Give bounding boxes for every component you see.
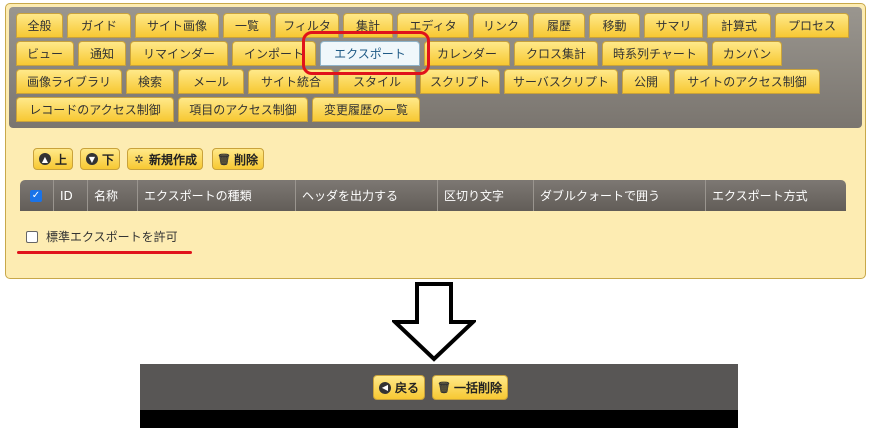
new-label: 新規作成 — [149, 152, 198, 167]
allow-standard-export-option[interactable]: 標準エクスポートを許可 — [26, 228, 178, 245]
delete-button[interactable]: 🗑 削除 — [212, 148, 265, 170]
back-button[interactable]: ◀ 戻る — [373, 375, 426, 400]
move-up-button[interactable]: ▲ 上 — [33, 148, 74, 170]
tab-move[interactable]: 移動 — [589, 13, 640, 38]
allow-standard-export-label: 標準エクスポートを許可 — [46, 230, 178, 244]
column-export-method[interactable]: エクスポート方式 — [705, 180, 846, 211]
tab-publish[interactable]: 公開 — [622, 69, 670, 94]
tab-kanban[interactable]: カンバン — [712, 41, 782, 66]
footer-dark-strip — [140, 410, 738, 428]
tab-guide[interactable]: ガイド — [67, 13, 131, 38]
trash-icon: 🗑 — [217, 152, 231, 166]
tab-history[interactable]: 履歴 — [533, 13, 585, 38]
move-up-label: 上 — [55, 152, 68, 167]
export-tab-highlight — [302, 31, 430, 75]
tab-column-access-control[interactable]: 項目のアクセス制御 — [178, 97, 308, 122]
trash-icon: 🗑 — [437, 381, 451, 394]
chevron-down-icon: ▼ — [86, 153, 98, 165]
column-export-type[interactable]: エクスポートの種類 — [137, 180, 295, 211]
tab-script[interactable]: スクリプト — [420, 69, 500, 94]
tab-site-image[interactable]: サイト画像 — [135, 13, 219, 38]
back-label: 戻る — [395, 381, 420, 395]
delete-label: 削除 — [234, 152, 259, 167]
tab-record-access-control[interactable]: レコードのアクセス制御 — [16, 97, 174, 122]
move-down-label: 下 — [102, 152, 115, 167]
tab-formula[interactable]: 計算式 — [707, 13, 771, 38]
column-double-quote[interactable]: ダブルクォートで囲う — [533, 180, 705, 211]
tab-site-access-control[interactable]: サイトのアクセス制御 — [674, 69, 820, 94]
tab-view[interactable]: ビュー — [16, 41, 74, 66]
standard-export-underline — [17, 251, 192, 254]
settings-tab-bar: 全般 ガイド サイト画像 一覧 フィルタ 集計 エディタ リンク 履歴 移動 サ… — [9, 7, 862, 128]
arrow-left-icon: ◀ — [379, 381, 391, 394]
tab-notification[interactable]: 通知 — [78, 41, 126, 66]
tab-image-library[interactable]: 画像ライブラリ — [16, 69, 122, 94]
tab-mail[interactable]: メール — [178, 69, 244, 94]
new-button[interactable]: ✲ 新規作成 — [127, 148, 204, 170]
bulk-delete-label: 一括削除 — [454, 381, 503, 395]
column-delimiter[interactable]: 区切り文字 — [437, 180, 533, 211]
export-grid-header: ✓ ID 名称 エクスポートの種類 ヘッダを出力する 区切り文字 ダブルクォート… — [20, 180, 846, 211]
bulk-delete-button[interactable]: 🗑 一括削除 — [432, 375, 509, 400]
move-down-button[interactable]: ▼ 下 — [80, 148, 121, 170]
select-all-checkbox[interactable]: ✓ — [30, 189, 42, 202]
tab-calendar[interactable]: カレンダー — [424, 41, 510, 66]
column-output-header[interactable]: ヘッダを出力する — [295, 180, 437, 211]
tab-search[interactable]: 検索 — [126, 69, 174, 94]
tab-general[interactable]: 全般 — [16, 13, 63, 38]
down-arrow-icon — [392, 282, 476, 362]
column-id[interactable]: ID — [53, 180, 87, 211]
tab-link[interactable]: リンク — [473, 13, 529, 38]
tab-crosstab[interactable]: クロス集計 — [514, 41, 598, 66]
tab-timeseries-chart[interactable]: 時系列チャート — [602, 41, 708, 66]
tab-change-history-list[interactable]: 変更履歴の一覧 — [312, 97, 420, 122]
gear-icon: ✲ — [134, 152, 144, 166]
column-name[interactable]: 名称 — [87, 180, 137, 211]
tab-reminder[interactable]: リマインダー — [130, 41, 228, 66]
select-all-cell: ✓ — [20, 180, 53, 211]
tab-server-script[interactable]: サーバスクリプト — [504, 69, 618, 94]
tab-process[interactable]: プロセス — [775, 13, 849, 38]
allow-standard-export-checkbox[interactable] — [26, 230, 38, 243]
tab-list[interactable]: 一覧 — [223, 13, 271, 38]
footer-command-bar: ◀ 戻る 🗑 一括削除 — [140, 364, 738, 410]
chevron-up-icon: ▲ — [39, 153, 51, 165]
tab-summary[interactable]: サマリ — [644, 13, 703, 38]
